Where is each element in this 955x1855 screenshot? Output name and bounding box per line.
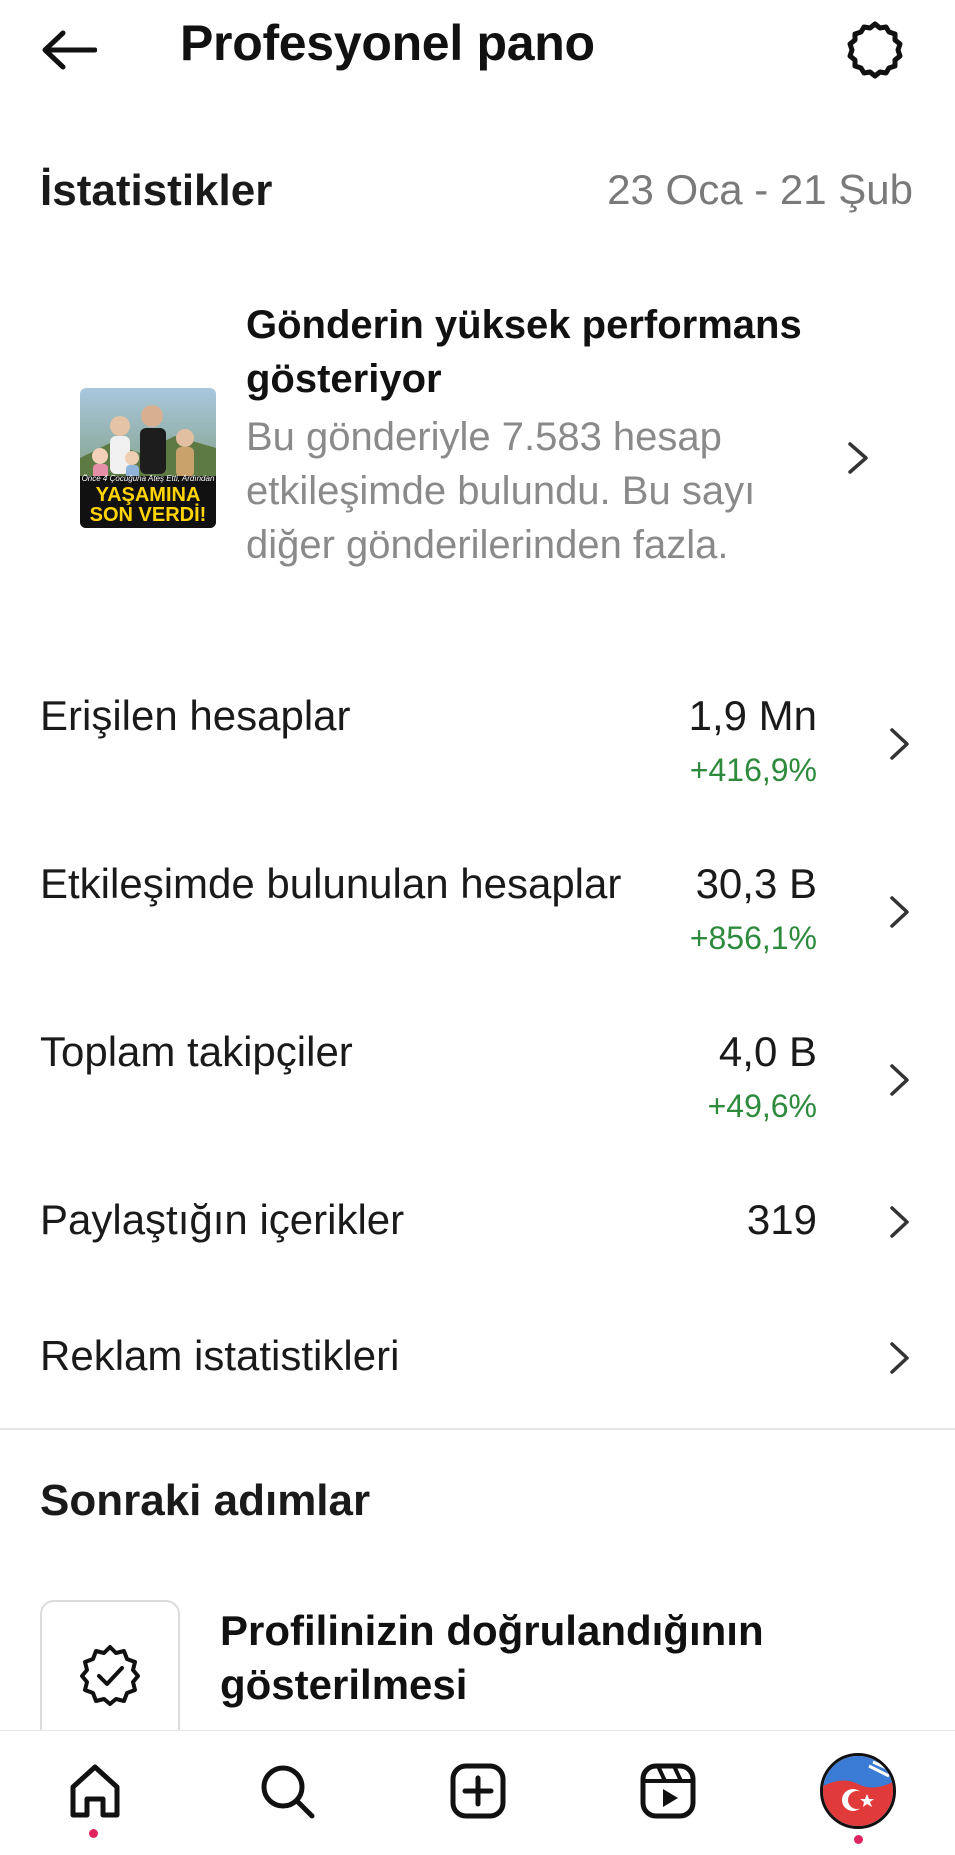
metric-value: 1,9 Mn xyxy=(688,692,817,739)
thumbnail-small-caption: Önce 4 Çocuğuna Ateş Etti, Ardından xyxy=(81,474,215,483)
reels-icon xyxy=(640,1763,696,1819)
insights-header: İstatistikler 23 Oca - 21 Şub xyxy=(40,160,915,220)
highlight-title: Gönderin yüksek performans gösteriyor xyxy=(246,303,802,401)
profile-avatar xyxy=(820,1753,896,1829)
chevron-right-icon xyxy=(848,442,868,474)
settings-button[interactable] xyxy=(838,16,912,84)
insights-title: İstatistikler xyxy=(40,166,273,215)
chevron-right-icon xyxy=(890,728,909,760)
top-app-bar: Profesyonel pano xyxy=(0,0,955,100)
arrow-left-icon xyxy=(42,30,97,70)
nav-home[interactable] xyxy=(55,1751,135,1838)
page-title: Profesyonel pano xyxy=(180,15,595,71)
home-icon xyxy=(70,1764,120,1818)
back-button[interactable] xyxy=(36,22,102,78)
next-step-card-title[interactable]: Profilinizin doğrulandığının gösterilmes… xyxy=(220,1604,860,1712)
metric-row-ad-insights[interactable]: Reklam istatistikleri xyxy=(40,1332,915,1402)
thumbnail-caption-line1: YAŞAMINA xyxy=(95,484,201,506)
metric-label: Etkileşimde bulunulan hesaplar xyxy=(40,860,622,907)
metric-row-total-followers[interactable]: Toplam takipçiler 4,0 B +49,6% xyxy=(40,1028,915,1138)
metric-change: +856,1% xyxy=(689,920,817,956)
metric-label: Erişilen hesaplar xyxy=(40,692,351,739)
next-step-card-icon-box[interactable] xyxy=(40,1600,180,1750)
nav-search[interactable] xyxy=(247,1751,327,1831)
notification-dot xyxy=(89,1829,98,1838)
metric-change: +49,6% xyxy=(707,1088,817,1124)
nav-create[interactable] xyxy=(438,1751,518,1831)
nav-reels[interactable] xyxy=(628,1751,708,1831)
nav-profile[interactable] xyxy=(818,1751,898,1844)
notification-dot xyxy=(854,1835,863,1844)
settings-gear-icon xyxy=(847,21,903,79)
metric-row-engaged-accounts[interactable]: Etkileşimde bulunulan hesaplar 30,3 B +8… xyxy=(40,860,915,970)
verified-badge-icon xyxy=(80,1645,140,1706)
metric-row-shared-content[interactable]: Paylaştığın içerikler 319 xyxy=(40,1196,915,1266)
search-icon xyxy=(261,1765,315,1819)
metric-label: Reklam istatistikleri xyxy=(40,1332,400,1379)
metric-label: Paylaştığın içerikler xyxy=(40,1196,405,1243)
metric-row-reached-accounts[interactable]: Erişilen hesaplar 1,9 Mn +416,9% xyxy=(40,692,915,802)
chevron-right-icon xyxy=(890,1206,909,1238)
section-divider xyxy=(0,1428,955,1430)
chevron-right-icon xyxy=(890,1064,909,1096)
next-steps-title: Sonraki adımlar xyxy=(40,1476,371,1525)
thumbnail-caption-line2: SON VERDİ! xyxy=(89,504,207,526)
date-range-selector[interactable]: 23 Oca - 21 Şub xyxy=(607,166,913,214)
metric-value: 319 xyxy=(746,1196,817,1243)
chevron-right-icon xyxy=(890,896,909,928)
bottom-navigation xyxy=(0,1730,955,1855)
metric-change: +416,9% xyxy=(689,752,817,788)
top-post-highlight[interactable]: Önce 4 Çocuğuna Ateş Etti, Ardından YAŞA… xyxy=(40,290,915,630)
metric-label: Toplam takipçiler xyxy=(40,1028,353,1075)
create-post-icon xyxy=(450,1763,506,1819)
metric-value: 30,3 B xyxy=(695,860,817,907)
chevron-right-icon xyxy=(890,1342,909,1374)
metric-value: 4,0 B xyxy=(718,1028,817,1075)
post-thumbnail: Önce 4 Çocuğuna Ateş Etti, Ardından YAŞA… xyxy=(80,388,216,528)
highlight-description: Bu gönderiyle 7.583 hesap etkileşimde bu… xyxy=(246,415,756,567)
